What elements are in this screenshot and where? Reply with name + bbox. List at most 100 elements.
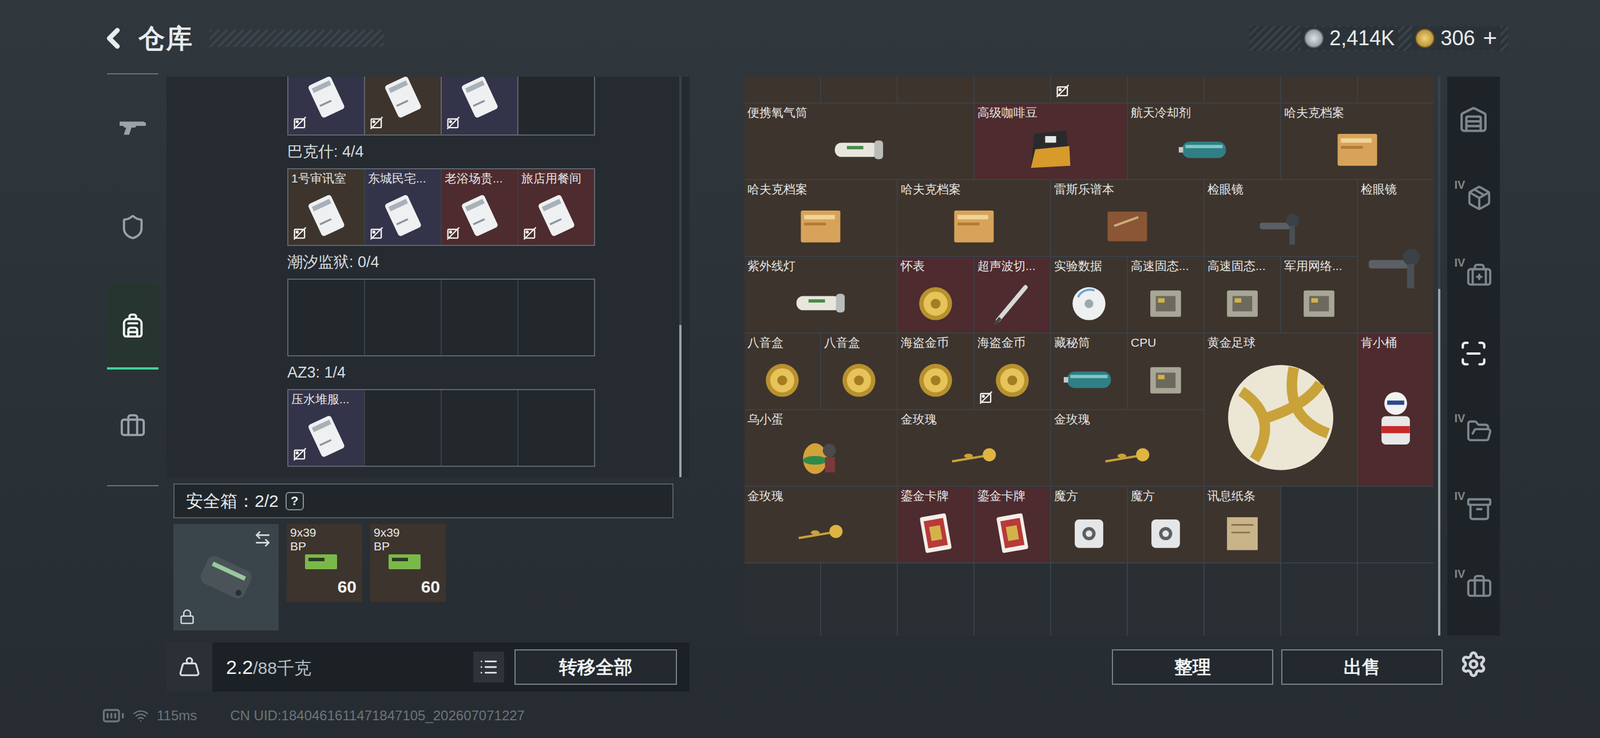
empty-cell[interactable] — [744, 563, 821, 636]
safe-box-container[interactable] — [173, 524, 279, 631]
empty-cell[interactable] — [1357, 563, 1434, 636]
right-tab[interactable]: IV — [1447, 550, 1500, 624]
empty-slot[interactable] — [365, 279, 441, 356]
stash-item[interactable]: 讯息纸条 — [1204, 486, 1281, 563]
stash-item[interactable]: 金玫瑰 — [897, 410, 1051, 486]
list-view-button[interactable] — [473, 651, 505, 683]
empty-cell[interactable] — [1051, 563, 1127, 636]
empty-slot[interactable] — [365, 390, 441, 466]
stash-item[interactable]: 金玫瑰 — [1051, 410, 1204, 486]
stash-item[interactable]: 八音盒 — [744, 333, 821, 410]
ammo-item[interactable]: 9x39 BP60 — [370, 524, 446, 603]
stash-item-partial[interactable] — [1127, 76, 1204, 103]
stash-item[interactable]: 航天冷却剂 — [1127, 103, 1281, 180]
keycard-slot[interactable] — [441, 76, 518, 135]
stash-item[interactable]: 金玫瑰 — [744, 486, 897, 563]
empty-cell[interactable] — [1127, 563, 1204, 636]
action-button[interactable]: 出售 — [1281, 649, 1443, 685]
keycard-slot[interactable]: 旅店用餐间 — [518, 169, 594, 245]
action-button[interactable]: 整理 — [1111, 649, 1274, 685]
stash-item-partial[interactable] — [974, 76, 1051, 103]
currency[interactable]: 2,414K — [1300, 26, 1398, 50]
stash-item[interactable]: 实验数据 — [1051, 256, 1127, 333]
stash-item-partial[interactable] — [1357, 76, 1434, 103]
stash-item[interactable]: 鎏金卡牌 — [974, 486, 1051, 563]
swap-icon[interactable] — [253, 529, 272, 549]
stash-item-partial[interactable] — [1204, 76, 1281, 103]
stash-item[interactable]: 魔方 — [1127, 486, 1204, 563]
right-tab[interactable] — [1447, 317, 1500, 391]
keycard-slot[interactable] — [288, 76, 364, 135]
stash-item[interactable]: 军用网络... — [1281, 256, 1357, 333]
ammo-item[interactable]: 9x39 BP60 — [286, 524, 363, 603]
empty-slot[interactable] — [518, 76, 594, 135]
stash-item[interactable]: 海盗金币 — [974, 333, 1051, 410]
stash-item[interactable]: 紫外线灯 — [744, 256, 897, 333]
empty-cell[interactable] — [897, 563, 974, 636]
transfer-all-button[interactable]: 转移全部 — [514, 649, 677, 685]
stash-item[interactable]: 哈夫克档案 — [1281, 103, 1434, 180]
stash-item-partial[interactable] — [744, 76, 821, 103]
empty-cell[interactable] — [1281, 486, 1357, 563]
stash-scrollbar[interactable] — [1438, 76, 1441, 636]
stash-item[interactable]: 八音盒 — [821, 333, 897, 410]
keycard-slot[interactable]: 老浴场贵... — [441, 169, 518, 245]
stash-item-partial[interactable] — [821, 76, 897, 103]
stash-item[interactable]: 雷斯乐谱本 — [1051, 180, 1204, 256]
empty-slot[interactable] — [518, 390, 594, 466]
empty-slot[interactable] — [518, 279, 594, 356]
stash-item[interactable]: CPU — [1127, 333, 1204, 410]
right-tab[interactable]: IV — [1447, 239, 1500, 313]
right-tab[interactable]: IV — [1447, 161, 1500, 235]
keycard-slot[interactable]: 压水堆服... — [288, 390, 364, 466]
left-tab[interactable] — [107, 283, 159, 370]
stash-item[interactable]: 魔方 — [1051, 486, 1127, 563]
stash-item[interactable]: 黄金足球 — [1204, 333, 1357, 486]
stash-item[interactable]: 海盗金币 — [897, 333, 974, 410]
empty-cell[interactable] — [821, 563, 897, 636]
stash-item[interactable]: 乌小蛋 — [744, 410, 897, 486]
left-tab[interactable] — [107, 84, 159, 171]
stash-item-partial[interactable] — [1281, 76, 1357, 103]
stash-item[interactable]: 哈夫克档案 — [744, 180, 897, 256]
left-tab[interactable] — [107, 383, 159, 470]
empty-cell[interactable] — [974, 563, 1051, 636]
keycard-slot[interactable] — [365, 76, 441, 135]
stash-item-partial[interactable] — [1051, 76, 1127, 103]
empty-cell[interactable] — [1357, 486, 1434, 563]
currency[interactable]: 306+ — [1411, 26, 1501, 51]
right-tab[interactable]: IV — [1447, 472, 1500, 546]
right-tab[interactable] — [1447, 83, 1500, 157]
empty-slot[interactable] — [288, 279, 364, 356]
add-currency-button[interactable]: + — [1482, 26, 1497, 51]
empty-slot[interactable] — [441, 390, 518, 466]
stash-item[interactable]: 高级咖啡豆 — [974, 103, 1127, 180]
scroll-thumb[interactable] — [1438, 288, 1441, 636]
right-tab[interactable]: IV — [1447, 394, 1500, 469]
stash-item[interactable]: 肯小桶 — [1357, 333, 1434, 486]
left-tab[interactable] — [107, 184, 159, 271]
settings-button[interactable] — [1459, 650, 1488, 679]
help-button[interactable]: ? — [285, 492, 304, 511]
keycard-slot[interactable]: 1号审讯室 — [288, 169, 364, 245]
stash-item[interactable]: 高速固态... — [1204, 256, 1281, 333]
scroll-thumb[interactable] — [679, 325, 682, 478]
back-button[interactable] — [97, 22, 130, 55]
stash-item[interactable]: 超声波切... — [974, 256, 1051, 333]
empty-cell[interactable] — [1204, 563, 1281, 636]
page-title: 仓库 — [138, 18, 194, 59]
stash-item[interactable]: 藏秘筒 — [1051, 333, 1127, 410]
keycard-slot[interactable]: 东城民宅... — [365, 169, 441, 245]
empty-cell[interactable] — [1281, 563, 1357, 636]
stash-item[interactable]: 鎏金卡牌 — [897, 486, 974, 563]
stash-item[interactable]: 检眼镜 — [1204, 180, 1357, 256]
item-name: 魔方 — [1051, 486, 1127, 504]
keycard-scrollbar[interactable] — [679, 76, 682, 478]
stash-item[interactable]: 便携氧气筒 — [744, 103, 974, 180]
stash-item[interactable]: 哈夫克档案 — [897, 180, 1051, 256]
stash-item-partial[interactable] — [897, 76, 974, 103]
stash-item[interactable]: 高速固态... — [1127, 256, 1204, 333]
stash-item[interactable]: 检眼镜 — [1357, 180, 1434, 333]
stash-item[interactable]: 怀表 — [897, 256, 974, 333]
empty-slot[interactable] — [441, 279, 518, 356]
